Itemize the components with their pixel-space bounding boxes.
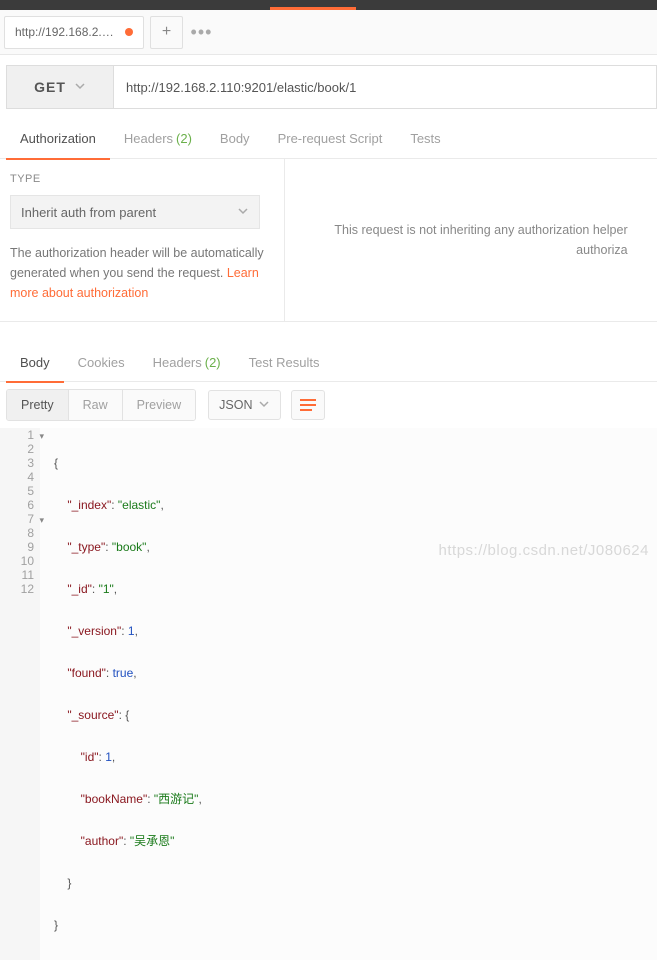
request-tab-label: http://192.168.2.110:9 — [15, 25, 117, 39]
request-section-tabs: Authorization Headers(2) Body Pre-reques… — [0, 119, 657, 159]
format-select[interactable]: JSON — [208, 390, 281, 420]
tok: "_id" — [67, 582, 92, 596]
btn-label: Pretty — [21, 398, 54, 412]
line-number: 9 — [0, 540, 34, 554]
tok: "_type" — [67, 540, 105, 554]
view-preview-button[interactable]: Preview — [123, 390, 195, 420]
auth-right-column: This request is not inheriting any autho… — [285, 159, 657, 321]
tok: "elastic" — [118, 498, 161, 512]
response-body-viewer: 1▾ 2 3 4 5 6 7▾ 8 9 10 11 12 { "_index":… — [0, 428, 657, 960]
request-row: GET http://192.168.2.110:9201/elastic/bo… — [0, 65, 657, 109]
response-toolbar: Pretty Raw Preview JSON — [0, 382, 657, 428]
wrap-lines-button[interactable] — [291, 390, 325, 420]
tab-authorization[interactable]: Authorization — [6, 119, 110, 159]
line-number: 6 — [0, 498, 34, 512]
auth-type-select[interactable]: Inherit auth from parent — [10, 195, 260, 229]
url-value: http://192.168.2.110:9201/elastic/book/1 — [126, 80, 356, 95]
line-number: 2 — [0, 442, 34, 456]
top-bar — [0, 0, 657, 10]
http-method-select[interactable]: GET — [6, 65, 114, 109]
line-number: 8 — [0, 526, 34, 540]
auth-desc-text: The authorization header will be automat… — [10, 246, 264, 280]
tok: "吴承恩" — [130, 834, 175, 848]
tab-overflow-button[interactable]: ••• — [185, 16, 218, 49]
http-method-label: GET — [34, 79, 66, 95]
new-tab-button[interactable]: + — [150, 16, 183, 49]
tok: "author" — [81, 834, 124, 848]
resp-headers-count-badge: (2) — [205, 355, 221, 370]
view-raw-button[interactable]: Raw — [69, 390, 123, 420]
auth-left-column: TYPE Inherit auth from parent The author… — [0, 159, 285, 321]
tab-label: Cookies — [78, 355, 125, 370]
tab-label: Headers — [124, 131, 173, 146]
btn-label: Preview — [137, 398, 181, 412]
headers-count-badge: (2) — [176, 131, 192, 146]
line-gutter: 1▾ 2 3 4 5 6 7▾ 8 9 10 11 12 — [0, 428, 40, 960]
resp-tab-test-results[interactable]: Test Results — [235, 344, 334, 382]
tok: 1 — [128, 624, 135, 638]
fold-icon[interactable]: ▾ — [39, 429, 44, 443]
tok: 1 — [105, 750, 112, 764]
tok: "book" — [112, 540, 147, 554]
view-pretty-button[interactable]: Pretty — [7, 390, 69, 420]
auth-type-value: Inherit auth from parent — [21, 205, 156, 220]
request-tabs-row: http://192.168.2.110:9 + ••• — [0, 10, 657, 55]
line-number: 1▾ — [0, 428, 34, 442]
chevron-down-icon — [74, 79, 86, 95]
tok: "_source" — [67, 708, 118, 722]
code-content[interactable]: { "_index": "elastic", "_type": "book", … — [40, 428, 657, 960]
tab-body[interactable]: Body — [206, 119, 264, 159]
tab-label: Tests — [410, 131, 440, 146]
unsaved-dot-icon — [125, 28, 133, 36]
tab-label: Headers — [153, 355, 202, 370]
url-input[interactable]: http://192.168.2.110:9201/elastic/book/1 — [114, 65, 657, 109]
auth-type-label: TYPE — [10, 173, 274, 185]
tok: "_index" — [67, 498, 111, 512]
line-number: 7▾ — [0, 512, 34, 526]
tok: { — [54, 456, 58, 470]
tok: } — [54, 876, 71, 890]
request-tab[interactable]: http://192.168.2.110:9 — [4, 16, 144, 49]
format-value: JSON — [219, 398, 252, 412]
tok: "id" — [81, 750, 99, 764]
line-number: 11 — [0, 568, 34, 582]
tok: "found" — [67, 666, 106, 680]
line-number: 5 — [0, 484, 34, 498]
ellipsis-icon: ••• — [191, 22, 213, 43]
tab-label: Pre-request Script — [278, 131, 383, 146]
line-number: 10 — [0, 554, 34, 568]
tok: } — [54, 918, 58, 932]
line-number: 3 — [0, 456, 34, 470]
wrap-icon — [300, 399, 316, 411]
tab-label: Test Results — [249, 355, 320, 370]
authorization-panel: TYPE Inherit auth from parent The author… — [0, 159, 657, 322]
spacer — [0, 322, 657, 344]
resp-tab-cookies[interactable]: Cookies — [64, 344, 139, 382]
tok: "bookName" — [81, 792, 148, 806]
chevron-down-icon — [237, 205, 249, 220]
fold-icon[interactable]: ▾ — [39, 513, 44, 527]
line-number: 4 — [0, 470, 34, 484]
plus-icon: + — [162, 23, 171, 41]
resp-tab-headers[interactable]: Headers(2) — [139, 344, 235, 382]
response-section-tabs: Body Cookies Headers(2) Test Results — [0, 344, 657, 382]
tok: "1" — [99, 582, 114, 596]
tab-label: Body — [20, 355, 50, 370]
line-number: 12 — [0, 582, 34, 596]
btn-label: Raw — [83, 398, 108, 412]
tok: true — [113, 666, 134, 680]
tab-label: Authorization — [20, 131, 96, 146]
tab-prerequest[interactable]: Pre-request Script — [264, 119, 397, 159]
view-mode-group: Pretty Raw Preview — [6, 389, 196, 421]
tab-tests[interactable]: Tests — [396, 119, 454, 159]
tok: "_version" — [67, 624, 121, 638]
tab-headers[interactable]: Headers(2) — [110, 119, 206, 159]
top-bar-accent — [270, 7, 356, 10]
auth-right-text: This request is not inheriting any autho… — [334, 220, 627, 260]
tab-label: Body — [220, 131, 250, 146]
resp-tab-body[interactable]: Body — [6, 344, 64, 382]
auth-description: The authorization header will be automat… — [10, 243, 274, 303]
chevron-down-icon — [258, 398, 270, 413]
tok: "西游记" — [154, 792, 199, 806]
